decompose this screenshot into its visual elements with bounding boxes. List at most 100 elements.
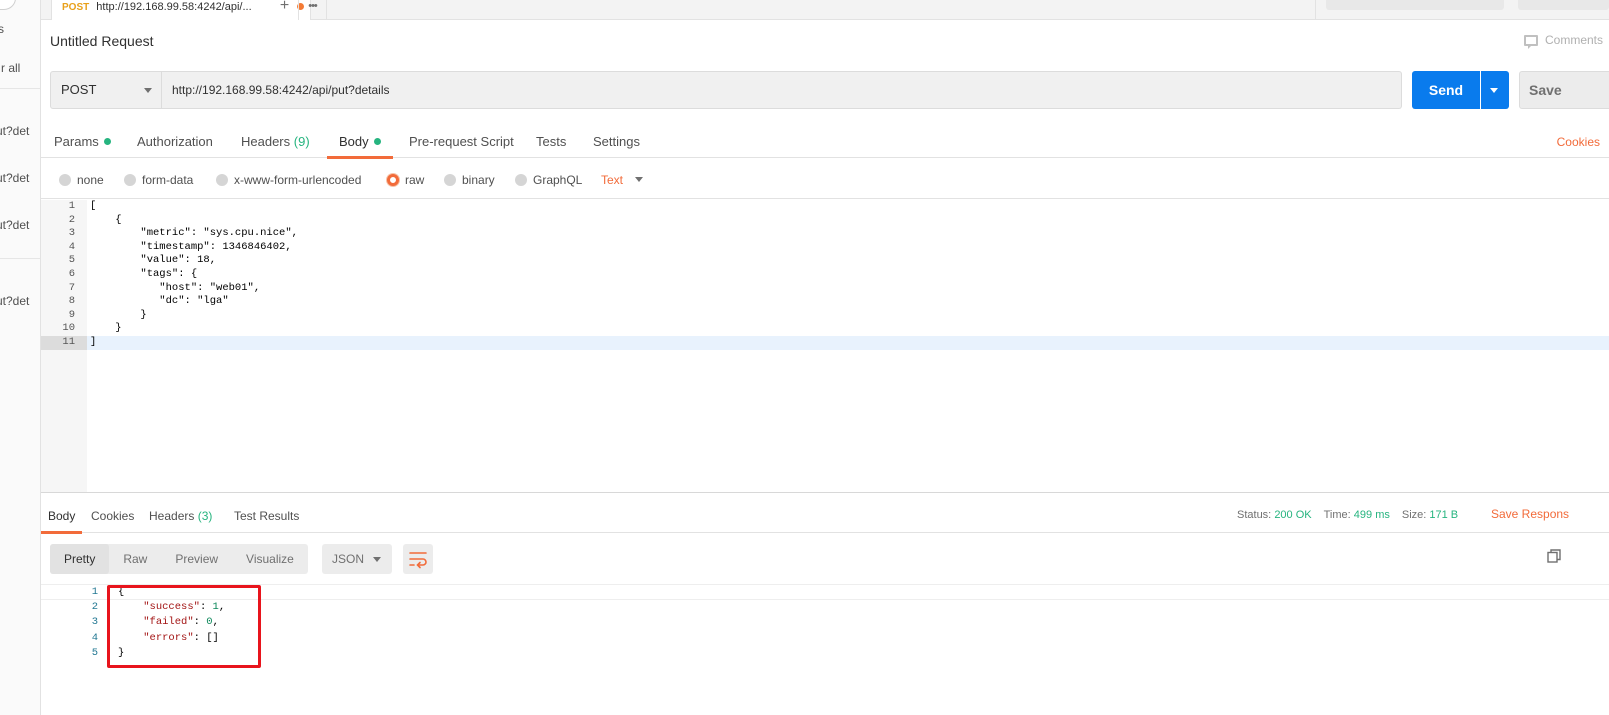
tab-url: http://192.168.99.58:4242/api/... <box>96 1 252 13</box>
tab-bar: POST http://192.168.99.58:4242/api/... +… <box>41 0 1609 20</box>
response-headers-count: (3) <box>197 509 213 523</box>
send-button[interactable]: Send <box>1412 71 1480 109</box>
response-line: 5} <box>91 647 125 659</box>
tab-settings[interactable]: Settings <box>593 122 640 158</box>
radio-x-www-form-urlencoded[interactable]: x-www-form-urlencoded <box>216 160 361 200</box>
comments-label: Comments <box>1544 33 1603 47</box>
chevron-down-icon <box>144 88 152 93</box>
tab-body-label: Body <box>339 134 369 149</box>
tab-headers-label: Headers <box>241 134 291 149</box>
response-meta: Status: 200 OK Time: 499 ms Size: 171 B <box>1237 499 1458 531</box>
radio-icon <box>124 174 136 186</box>
response-line: 2 "success": 1, <box>91 600 226 613</box>
response-tabs: Body Cookies Headers (3) Test Results St… <box>40 499 1609 534</box>
headers-count: (9) <box>293 134 310 149</box>
radio-form-data[interactable]: form-data <box>124 160 193 200</box>
cookies-link[interactable]: Cookies <box>1557 122 1600 163</box>
radio-binary[interactable]: binary <box>444 160 495 200</box>
sidebar-search-edge[interactable] <box>0 0 16 10</box>
response-line: 4 "errors": [] <box>91 631 219 644</box>
response-tab-body[interactable]: Body <box>40 499 83 534</box>
new-tab-button[interactable]: + <box>271 0 299 20</box>
annotation-highlight-box <box>107 585 261 668</box>
wrap-lines-button[interactable] <box>403 544 433 574</box>
comment-icon <box>1523 34 1538 49</box>
environment-view-edge[interactable] <box>1518 0 1609 10</box>
radio-icon <box>444 174 456 186</box>
url-input[interactable]: http://192.168.99.58:4242/api/put?detail… <box>162 71 1402 109</box>
response-format-value: JSON <box>332 552 365 566</box>
response-line: 1{ <box>41 584 1609 600</box>
radio-urlencoded-label: x-www-form-urlencoded <box>234 173 362 187</box>
response-view-modes: Pretty Raw Preview Visualize <box>50 544 308 574</box>
history-item[interactable]: ut?det <box>0 124 29 138</box>
tab-pre-request-script[interactable]: Pre-request Script <box>409 122 514 158</box>
raw-format-select[interactable]: Text <box>601 160 644 200</box>
tab-body[interactable]: Body <box>327 122 393 159</box>
title-row: Untitled Request Comments <box>41 20 1609 60</box>
request-title[interactable]: Untitled Request <box>50 33 154 49</box>
size-value[interactable]: 171 B <box>1429 509 1458 521</box>
sidebar-clear-all-link[interactable]: r all <box>1 61 20 75</box>
chevron-down-icon <box>635 177 644 182</box>
active-dot-icon <box>373 138 381 145</box>
radio-icon <box>216 174 228 186</box>
tab-headers[interactable]: Headers (9) <box>241 122 310 158</box>
editor-line: 10 } <box>62 322 122 335</box>
radio-selected-icon <box>387 174 399 186</box>
environment-select-edge[interactable] <box>1326 0 1504 10</box>
main-panel: POST http://192.168.99.58:4242/api/... +… <box>40 0 1609 715</box>
save-button[interactable]: Save <box>1519 71 1609 109</box>
editor-line: 2 { <box>68 213 122 226</box>
editor-line: 9 } <box>68 308 147 321</box>
response-format-select[interactable]: JSON <box>322 544 392 574</box>
response-tab-headers[interactable]: Headers (3) <box>149 499 212 533</box>
radio-graphql[interactable]: GraphQL <box>515 160 582 200</box>
save-response-button[interactable]: Save Respons <box>1491 499 1569 529</box>
view-pretty-button[interactable]: Pretty <box>50 544 110 574</box>
response-tab-test-results[interactable]: Test Results <box>234 499 299 533</box>
editor-line: 6 "tags": { <box>68 268 198 280</box>
radio-icon <box>515 174 527 186</box>
send-options-button[interactable] <box>1481 71 1509 109</box>
sidebar-partial-text: s <box>0 22 4 36</box>
raw-format-value: Text <box>601 173 624 187</box>
tab-tests[interactable]: Tests <box>536 122 566 158</box>
history-item[interactable]: ut?det <box>0 171 29 185</box>
radio-raw-label: raw <box>405 173 425 187</box>
radio-none[interactable]: none <box>59 160 104 200</box>
tab-authorization[interactable]: Authorization <box>137 122 213 158</box>
history-item[interactable]: ut?det <box>0 294 29 308</box>
editor-line: 8 "dc": "lga" <box>68 295 229 308</box>
status-value[interactable]: 200 OK <box>1274 509 1311 521</box>
body-type-options: none form-data x-www-form-urlencoded raw… <box>41 160 1609 199</box>
view-visualize-button[interactable]: Visualize <box>232 544 308 574</box>
editor-line: 7 "host": "web01", <box>68 281 261 294</box>
editor-line: 3 "metric": "sys.cpu.nice", <box>68 227 298 240</box>
history-item[interactable]: ut?det <box>0 218 29 232</box>
method-value: POST <box>61 82 97 97</box>
comments-button[interactable]: Comments <box>1523 33 1603 49</box>
tab-method: POST <box>62 2 90 13</box>
response-body[interactable]: 1{ 2 "success": 1, 3 "failed": 0, 4 "err… <box>41 584 1609 715</box>
radio-graphql-label: GraphQL <box>533 173 583 187</box>
view-preview-button[interactable]: Preview <box>161 544 232 574</box>
editor-line: 1[ <box>68 200 97 212</box>
editor-line-current: 11] <box>41 336 1609 350</box>
radio-none-label: none <box>77 173 104 187</box>
request-tabs: Params Authorization Headers (9) Body Pr… <box>41 122 1609 159</box>
response-tab-cookies[interactable]: Cookies <box>91 499 134 533</box>
size-label: Size: <box>1401 509 1427 521</box>
radio-form-data-label: form-data <box>142 173 194 187</box>
copy-icon[interactable] <box>1547 549 1561 563</box>
radio-binary-label: binary <box>462 173 495 187</box>
method-select[interactable]: POST <box>50 71 162 109</box>
radio-raw[interactable]: raw <box>387 160 424 200</box>
time-value[interactable]: 499 ms <box>1354 509 1390 521</box>
chevron-down-icon <box>373 557 381 562</box>
response-headers-label: Headers <box>149 509 195 523</box>
tab-params[interactable]: Params <box>54 122 111 158</box>
more-tabs-button[interactable]: ••• <box>299 0 327 20</box>
view-raw-button[interactable]: Raw <box>109 544 161 574</box>
request-body-editor[interactable]: 1[ 2 { 3 "metric": "sys.cpu.nice", 4 "ti… <box>41 200 1609 493</box>
